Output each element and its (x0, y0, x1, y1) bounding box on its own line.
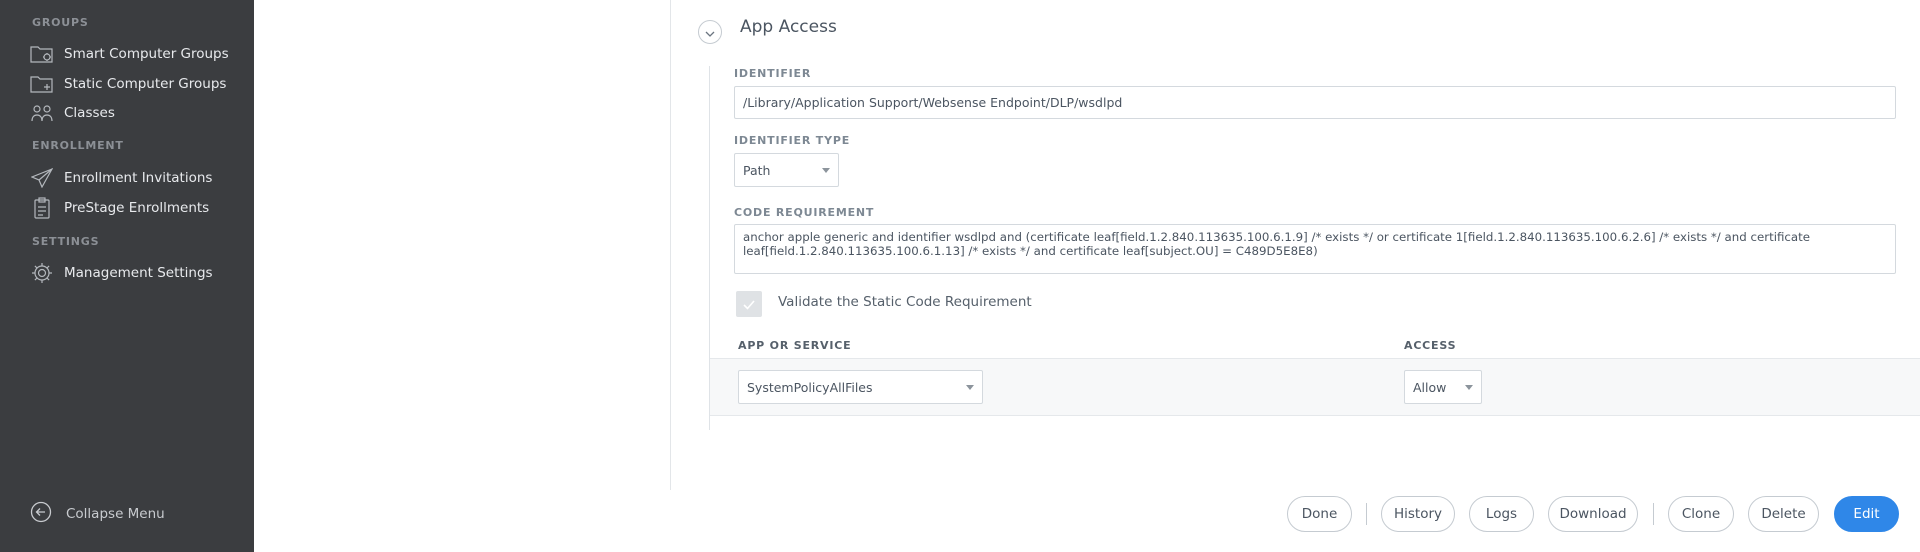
column-header-access: ACCESS (1404, 339, 1457, 352)
sidebar-item-enrollment-invitations[interactable]: Enrollment Invitations (30, 164, 250, 192)
edit-button[interactable]: Edit (1834, 496, 1899, 532)
sidebar-item-label: Classes (64, 105, 115, 121)
sidebar-item-management-settings[interactable]: Management Settings (30, 259, 250, 287)
people-icon (30, 101, 54, 125)
access-value: Allow (1413, 379, 1447, 395)
caret-down-icon (822, 167, 830, 173)
sidebar-item-label: PreStage Enrollments (64, 200, 210, 216)
gear-icon (30, 261, 54, 285)
collapse-menu-button[interactable]: Collapse Menu (30, 501, 165, 527)
identifier-type-value: Path (743, 162, 771, 178)
app-service-value: SystemPolicyAllFiles (747, 379, 873, 395)
sidebar-section-groups: GROUPS (32, 16, 89, 29)
checkmark-icon (743, 295, 755, 314)
column-header-app: APP OR SERVICE (738, 339, 852, 352)
history-button[interactable]: History (1381, 496, 1455, 532)
collapse-section-button[interactable] (698, 20, 722, 44)
done-button[interactable]: Done (1287, 496, 1352, 532)
sidebar-item-static-computer-groups[interactable]: Static Computer Groups (30, 70, 250, 98)
caret-down-icon (966, 384, 974, 390)
access-select[interactable]: Allow (1404, 370, 1482, 404)
button-separator (1653, 503, 1654, 525)
section-title: App Access (740, 17, 837, 37)
app-service-select[interactable]: SystemPolicyAllFiles (738, 370, 983, 404)
identifier-label: IDENTIFIER (734, 67, 812, 80)
sidebar-item-classes[interactable]: Classes (30, 99, 250, 127)
collapse-menu-label: Collapse Menu (66, 506, 165, 522)
sidebar-item-label: Static Computer Groups (64, 76, 227, 92)
sidebar-item-smart-computer-groups[interactable]: Smart Computer Groups (30, 40, 250, 68)
identifier-type-label: IDENTIFIER TYPE (734, 134, 851, 147)
sidebar-item-prestage-enrollments[interactable]: PreStage Enrollments (30, 194, 250, 222)
validate-checkbox[interactable] (736, 291, 762, 317)
table-row: SystemPolicyAllFiles Allow (710, 358, 1920, 416)
sidebar-section-enrollment: ENROLLMENT (32, 139, 124, 152)
sidebar-item-label: Management Settings (64, 265, 213, 281)
paper-plane-icon (30, 166, 54, 190)
sidebar-section-settings: SETTINGS (32, 235, 100, 248)
code-requirement-label: CODE REQUIREMENT (734, 206, 875, 219)
chevron-down-icon (705, 23, 715, 42)
code-requirement-input[interactable]: anchor apple generic and identifier wsdl… (734, 224, 1896, 274)
delete-button[interactable]: Delete (1748, 496, 1819, 532)
circle-arrow-left-icon (30, 501, 52, 527)
logs-button[interactable]: Logs (1469, 496, 1534, 532)
sidebar-item-label: Smart Computer Groups (64, 46, 229, 62)
identifier-type-select[interactable]: Path (734, 153, 839, 187)
static-group-folder-icon (30, 72, 54, 96)
content-divider (670, 0, 671, 490)
clone-button[interactable]: Clone (1668, 496, 1734, 532)
sidebar-item-label: Enrollment Invitations (64, 170, 213, 186)
identifier-input[interactable] (734, 86, 1896, 119)
sidebar: GROUPS Smart Computer Groups Static Comp… (0, 0, 254, 552)
button-separator (1366, 503, 1367, 525)
validate-label: Validate the Static Code Requirement (778, 294, 1032, 310)
clipboard-icon (30, 196, 54, 220)
caret-down-icon (1465, 384, 1473, 390)
smart-group-folder-icon (30, 42, 54, 66)
download-button[interactable]: Download (1548, 496, 1638, 532)
